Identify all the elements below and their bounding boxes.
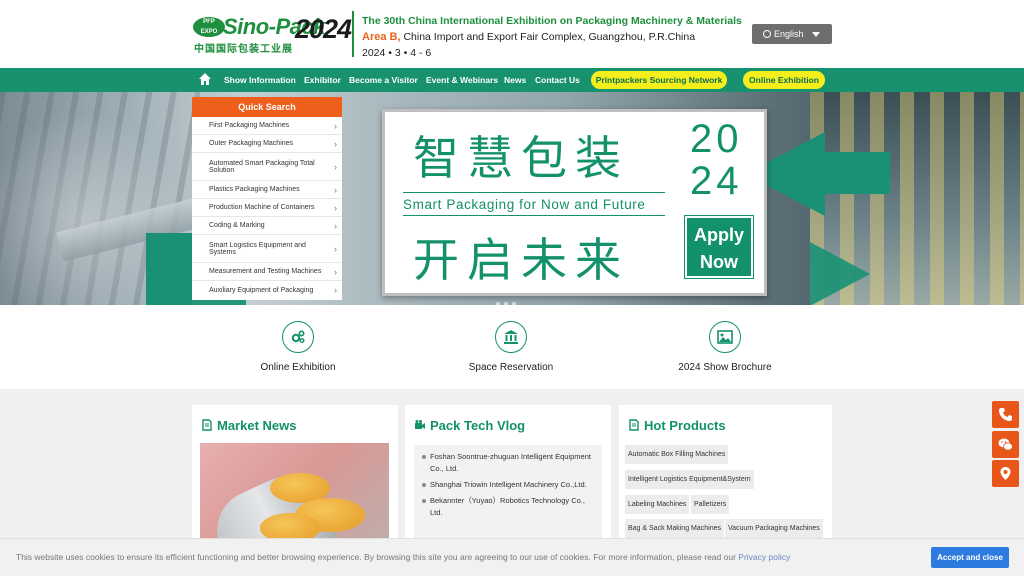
caret-down-icon <box>812 32 820 37</box>
document-icon <box>202 419 212 431</box>
decor-band-right <box>825 152 890 194</box>
event-venue: Area B, China Import and Export Fair Com… <box>362 31 696 43</box>
area-label: Area B, <box>362 31 401 43</box>
nav-online-exhibition-button[interactable]: Online Exhibition <box>743 71 825 89</box>
vlog-item[interactable]: Shanghai Triowin Intelligent Machinery C… <box>422 479 594 491</box>
decor-triangle-right-lower <box>810 242 870 305</box>
product-tag[interactable]: Intelligent Logistics Equipment&System <box>625 470 754 489</box>
home-icon[interactable] <box>198 72 212 86</box>
building-icon <box>495 321 527 353</box>
image-icon <box>709 321 741 353</box>
promo-headline-zh: 智慧包装 <box>413 131 629 185</box>
shortcut-online-exhibition[interactable]: Online Exhibition <box>228 321 368 373</box>
shortcut-bar: Online Exhibition Space Reservation 2024… <box>0 305 1024 389</box>
chevron-right-icon: › <box>334 285 337 295</box>
event-info: The 30th China International Exhibition … <box>362 13 742 61</box>
quick-search-item[interactable]: Smart Logistics Equipment and Systems › <box>192 235 342 263</box>
chevron-right-icon: › <box>334 220 337 231</box>
shortcut-show-brochure[interactable]: 2024 Show Brochure <box>655 321 795 373</box>
location-icon <box>1000 467 1011 480</box>
apply-now-button[interactable]: Apply Now <box>684 215 754 279</box>
chevron-right-icon: › <box>334 266 337 277</box>
vlog-item[interactable]: Bekannter（Yuyao）Robotics Technology Co.,… <box>422 495 594 519</box>
phone-button[interactable] <box>992 401 1019 428</box>
product-tag[interactable]: Bag & Sack Making Machines <box>625 519 724 538</box>
pack-tech-vlog-title[interactable]: Pack Tech Vlog <box>414 418 525 433</box>
nav-events-webinars[interactable]: Event & Webinars <box>426 68 498 92</box>
gears-icon <box>282 321 314 353</box>
quick-search-item[interactable]: Auxiliary Equipment of Packaging › <box>192 281 342 299</box>
privacy-policy-link[interactable]: Privacy policy <box>738 552 790 562</box>
hot-products-title[interactable]: Hot Products <box>628 418 726 433</box>
shortcut-space-reservation[interactable]: Space Reservation <box>441 321 581 373</box>
quick-search-item[interactable]: First Packaging Machines › <box>192 117 342 135</box>
wechat-button[interactable] <box>992 431 1019 458</box>
nav-become-visitor[interactable]: Become a Visitor <box>349 68 418 92</box>
product-tag[interactable]: Automatic Box Filling Machines <box>625 445 729 464</box>
quick-search-panel: Quick Search First Packaging Machines › O… <box>192 97 342 300</box>
vlog-item[interactable]: Foshan Soontrue-zhuguan Intelligent Equi… <box>422 451 594 475</box>
promo-tagline: Smart Packaging for Now and Future <box>403 197 646 212</box>
quick-search-item[interactable]: Coding & Marking › <box>192 217 342 235</box>
main-nav: Show Information Exhibitor Become a Visi… <box>0 68 1024 92</box>
site-logo[interactable]: PFP EXPO Sino-Pack 2024 中国国际包装工业展 <box>193 14 352 55</box>
globe-icon <box>763 30 771 38</box>
quick-search-item[interactable]: Outer Packaging Machines › <box>192 135 342 153</box>
quick-search-item[interactable]: Measurement and Testing Machines › <box>192 263 342 281</box>
product-tag[interactable]: Labeling Machines <box>625 495 690 514</box>
promo-rule-bottom <box>403 215 665 216</box>
carousel-dots[interactable] <box>496 293 526 306</box>
language-selector[interactable]: English <box>752 24 832 44</box>
header-divider <box>352 11 354 57</box>
cookie-text: This website uses cookies to ensure its … <box>16 552 791 562</box>
promo-subline-zh: 开启未来 <box>413 233 629 287</box>
nav-printpackers-button[interactable]: Printpackers Sourcing Network <box>591 71 727 89</box>
event-dates: 2024 • 3 • 4 - 6 <box>362 47 432 59</box>
pfp-expo-badge: PFP EXPO <box>193 17 225 37</box>
logo-chinese-name: 中国国际包装工业展 <box>194 44 293 55</box>
product-tag[interactable]: Vacuum Packaging Machines <box>725 519 823 538</box>
logo-year: 2024 <box>295 14 352 44</box>
nav-contact-us[interactable]: Contact Us <box>535 68 580 92</box>
nav-show-information[interactable]: Show Information <box>224 68 296 92</box>
video-camera-icon <box>415 420 425 429</box>
chevron-right-icon: › <box>334 202 337 213</box>
chevron-right-icon: › <box>334 184 337 195</box>
chevron-right-icon: › <box>334 161 337 172</box>
nav-exhibitor[interactable]: Exhibitor <box>304 68 341 92</box>
nav-news[interactable]: News <box>504 68 526 92</box>
market-news-title[interactable]: Market News <box>201 418 296 433</box>
promo-card[interactable]: 智慧包装 Smart Packaging for Now and Future … <box>382 109 767 296</box>
phone-icon <box>999 408 1012 421</box>
cookie-banner: This website uses cookies to ensure its … <box>0 538 1024 576</box>
wechat-icon <box>998 438 1013 451</box>
location-button[interactable] <box>992 460 1019 487</box>
site-header: PFP EXPO Sino-Pack 2024 中国国际包装工业展 The 30t… <box>0 0 1024 68</box>
chevron-right-icon: › <box>334 120 337 131</box>
quick-search-item[interactable]: Automated Smart Packaging Total Solution… <box>192 153 342 181</box>
quick-search-item[interactable]: Production Machine of Containers › <box>192 199 342 217</box>
quick-search-title: Quick Search <box>192 97 342 117</box>
quick-search-item[interactable]: Plastics Packaging Machines › <box>192 181 342 199</box>
promo-year: 20 24 <box>690 117 743 203</box>
chevron-right-icon: › <box>334 243 337 254</box>
event-title: The 30th China International Exhibition … <box>362 15 742 27</box>
promo-rule-top <box>403 192 665 193</box>
chevron-right-icon: › <box>334 138 337 149</box>
document-icon <box>629 419 639 431</box>
product-tag[interactable]: Palletizers <box>691 495 730 514</box>
accept-cookies-button[interactable]: Accept and close <box>931 547 1009 568</box>
